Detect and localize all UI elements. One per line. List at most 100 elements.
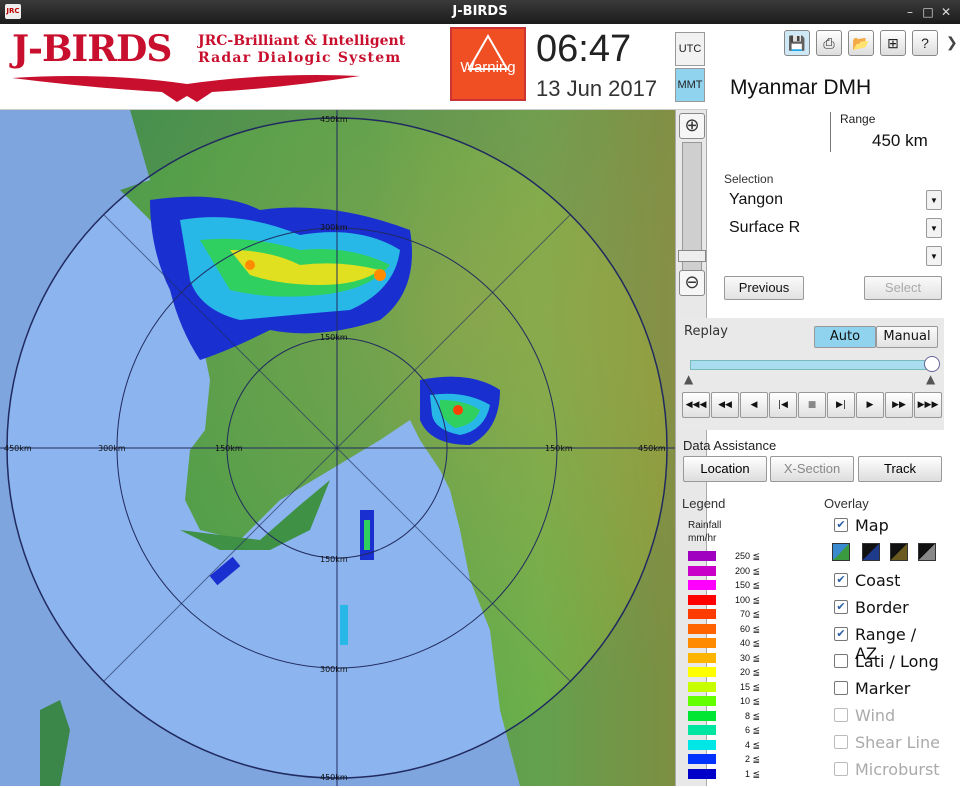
overlay-option[interactable]: Wind (824, 704, 942, 728)
range-value: 450 km (872, 131, 928, 150)
location-button[interactable]: Location (683, 456, 767, 482)
overlay-option-label: Lati / Long (855, 652, 939, 671)
product-select-value: Surface R (729, 219, 801, 236)
manual-button[interactable]: Manual (876, 326, 938, 348)
save-icon[interactable]: 💾 (784, 30, 810, 56)
map-style-1-icon[interactable] (832, 543, 850, 561)
overlay-option[interactable]: ✔ Range / AZ (824, 623, 942, 663)
overlay-option-label: Coast (855, 571, 901, 590)
checkbox-checked-icon[interactable]: ✔ (834, 518, 848, 532)
range-box: Range 450 km (722, 110, 942, 156)
end-marker-icon[interactable]: ▲ (926, 372, 935, 386)
site-select[interactable]: Yangon ▼ (724, 188, 942, 212)
zoom-in-icon[interactable]: ⊕ (679, 113, 705, 139)
maximize-icon[interactable]: □ (920, 4, 936, 20)
auto-button[interactable]: Auto (814, 326, 876, 348)
legend-value: 40 ≦ (739, 638, 760, 648)
clock-date: 13 Jun 2017 (536, 76, 658, 101)
mmt-button[interactable]: MMT (675, 68, 705, 102)
map-style-3-icon[interactable] (890, 543, 908, 561)
checkbox-checked-icon[interactable]: ✔ (834, 600, 848, 614)
site-select-value: Yangon (729, 191, 783, 208)
minimize-icon[interactable]: – (902, 4, 918, 20)
legend-value: 2 ≦ (744, 754, 760, 764)
overlay-option[interactable]: ✔ Border (824, 596, 942, 620)
add-window-icon[interactable]: ⊞ (880, 30, 906, 56)
replay-label: Replay (684, 324, 728, 339)
chevron-down-icon[interactable]: ▼ (926, 190, 942, 210)
checkbox-checked-icon[interactable]: ✔ (834, 573, 848, 587)
overlay-option[interactable]: Shear Line (824, 731, 942, 755)
product-select[interactable]: Surface R ▼ (724, 216, 942, 240)
legend-value: 1 ≦ (744, 768, 760, 779)
range-label: 450km (4, 444, 32, 453)
checkbox-checked-icon[interactable]: ✔ (834, 627, 848, 641)
range-label: 300km (320, 665, 348, 674)
legend-swatch (688, 609, 716, 619)
legend-swatch (688, 623, 716, 634)
overlay-option[interactable]: Microburst (824, 758, 942, 782)
overlay-option[interactable]: Marker (824, 677, 942, 701)
previous-button[interactable]: Previous (724, 276, 804, 300)
overlay-option-label: Shear Line (855, 733, 940, 752)
overlay-option-label: Map (855, 516, 889, 535)
play-button[interactable]: ▶ (856, 392, 884, 418)
map-style-4-icon[interactable] (918, 543, 936, 561)
checkbox-icon[interactable] (834, 681, 848, 695)
chevron-down-icon[interactable]: ▼ (926, 246, 942, 266)
zoom-slider-handle[interactable] (678, 250, 706, 262)
legend-value: 10 ≦ (739, 696, 760, 706)
x-section-button[interactable]: X-Section (770, 456, 854, 482)
legend-swatch (688, 551, 716, 561)
utc-button[interactable]: UTC (675, 32, 705, 66)
radar-map[interactable]: 450km 300km 150km 150km 300km 450km 450k… (0, 110, 675, 786)
checkbox-icon[interactable] (834, 735, 848, 749)
legend-swatch (688, 580, 716, 590)
map-style-2-icon[interactable] (862, 543, 880, 561)
fast-forward-button[interactable]: ▶▶ (885, 392, 913, 418)
warning-button[interactable]: Warning (450, 27, 526, 101)
overlay-option-label: Wind (855, 706, 896, 725)
legend-swatch (688, 710, 716, 721)
third-select[interactable]: ▼ (724, 244, 942, 268)
help-icon[interactable]: ? (912, 30, 938, 56)
step-back-button[interactable]: |◀ (769, 392, 797, 418)
checkbox-icon[interactable] (834, 762, 848, 776)
legend-value: 60 ≦ (739, 623, 760, 634)
overlay-option[interactable]: ✔ Coast (824, 569, 942, 593)
checkbox-icon[interactable] (834, 654, 848, 668)
station-name: Myanmar DMH (722, 70, 942, 106)
select-button[interactable]: Select (864, 276, 942, 300)
legend-value: 70 ≦ (739, 609, 760, 619)
legend-swatch (688, 754, 716, 764)
play-back-button[interactable]: ◀ (740, 392, 768, 418)
track-button[interactable]: Track (858, 456, 942, 482)
chevron-right-icon[interactable]: ❯ (946, 34, 958, 51)
range-label: 300km (320, 223, 348, 232)
start-marker-icon[interactable]: ▲ (684, 372, 693, 386)
close-icon[interactable]: ✕ (938, 4, 954, 20)
legend-value: 30 ≦ (739, 652, 760, 663)
print-icon[interactable]: ⎙ (816, 30, 842, 56)
title-bar: JRC J-BIRDS – □ ✕ (0, 0, 960, 24)
replay-slider-handle[interactable] (924, 356, 940, 372)
folder-open-icon[interactable]: 📂 (848, 30, 874, 56)
last-frame-button[interactable]: ▶▶▶ (914, 392, 942, 418)
legend-value: 4 ≦ (744, 739, 760, 750)
zoom-out-icon[interactable]: ⊖ (679, 270, 705, 296)
legend-value: 100 ≦ (734, 594, 760, 605)
checkbox-icon[interactable] (834, 708, 848, 722)
first-frame-button[interactable]: ◀◀◀ (682, 392, 710, 418)
stop-button[interactable]: ■ (798, 392, 826, 418)
range-label: Range (840, 112, 876, 126)
range-label: 450km (320, 773, 348, 782)
rewind-button[interactable]: ◀◀ (711, 392, 739, 418)
legend-swatch (688, 725, 716, 735)
overlay-option[interactable]: ✔ Map (824, 514, 942, 538)
warning-label: Warning (460, 59, 516, 76)
legend-swatch (688, 681, 716, 692)
chevron-down-icon[interactable]: ▼ (926, 218, 942, 238)
step-forward-button[interactable]: ▶| (827, 392, 855, 418)
replay-slider[interactable] (690, 360, 934, 370)
overlay-option[interactable]: Lati / Long (824, 650, 942, 674)
